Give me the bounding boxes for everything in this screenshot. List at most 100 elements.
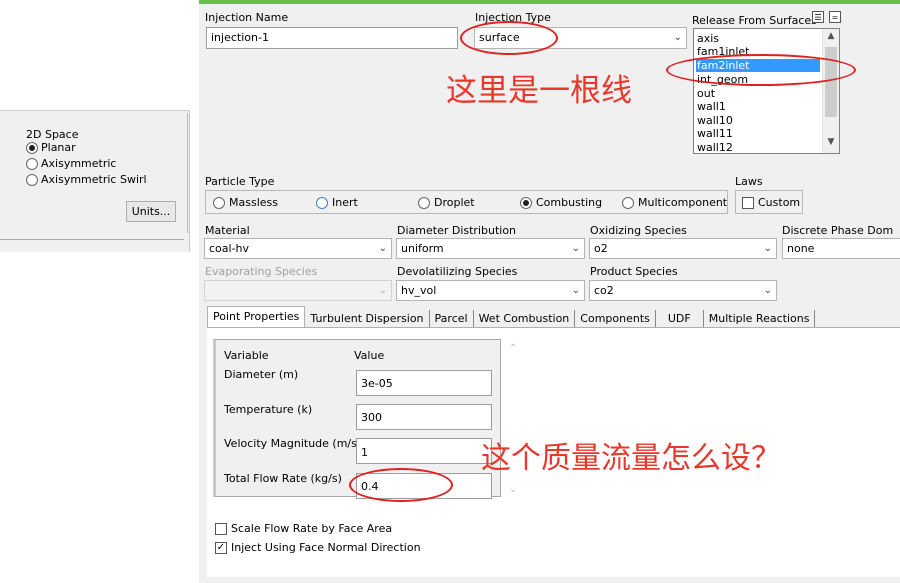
space-group: 2D Space Planar Axisymmetric Axisymmetri…	[0, 113, 188, 233]
left-panel: 2D Space Planar Axisymmetric Axisymmetri…	[0, 110, 190, 252]
checkbox-label: Custom	[758, 196, 801, 209]
material-select[interactable]: coal-hv ⌄	[204, 238, 392, 259]
list-scrollbar[interactable]: ▲ ▼	[822, 29, 839, 153]
tab-turbulent-dispersion[interactable]: Turbulent Dispersion	[305, 310, 430, 328]
radio-icon[interactable]	[213, 196, 225, 209]
list-item[interactable]: wall1	[697, 100, 726, 113]
evaporating-species-label: Evaporating Species	[205, 265, 318, 278]
diameter-input[interactable]: 3e-05	[356, 370, 492, 396]
units-button[interactable]: Units...	[126, 201, 176, 222]
radio-axisymmetric-swirl[interactable]: Axisymmetric Swirl	[26, 173, 147, 186]
check-icon[interactable]: ✓	[215, 541, 227, 554]
annotation-ellipse-type	[460, 21, 558, 55]
inject-normal-checkbox[interactable]: ✓ Inject Using Face Normal Direction	[215, 541, 421, 554]
annotation-ellipse-surface	[666, 54, 856, 86]
chevron-down-icon[interactable]: ▼	[823, 137, 839, 151]
oxidizing-species-label: Oxidizing Species	[590, 224, 687, 237]
radio-label: Multicomponent	[638, 196, 728, 209]
chevron-down-icon[interactable]: ⌄	[509, 484, 517, 495]
annotation-ellipse-flow	[349, 468, 453, 502]
velocity-magnitude-label: Velocity Magnitude (m/s)	[224, 437, 362, 450]
radio-label: Droplet	[434, 196, 475, 209]
product-species-value: co2	[594, 284, 614, 297]
point-properties-box: Variable Value Diameter (m) 3e-05 Temper…	[213, 339, 501, 499]
list-item[interactable]: out	[697, 87, 715, 100]
checkbox-icon[interactable]	[742, 196, 754, 209]
radio-label: Axisymmetric	[41, 157, 117, 170]
scale-flow-rate-checkbox[interactable]: Scale Flow Rate by Face Area	[215, 522, 392, 535]
chevron-up-icon[interactable]: ▲	[823, 31, 839, 45]
annotation-line-note: 这里是一根线	[446, 73, 632, 109]
particle-type-label: Particle Type	[205, 175, 275, 188]
oxidizing-species-value: o2	[594, 242, 608, 255]
radio-icon[interactable]	[520, 196, 532, 209]
diameter-distribution-value: uniform	[401, 242, 444, 255]
checkbox-label: Scale Flow Rate by Face Area	[231, 522, 393, 535]
radio-massless[interactable]: Massless	[213, 196, 278, 209]
product-species-label: Product Species	[590, 265, 678, 278]
checkbox-label: Inject Using Face Normal Direction	[231, 541, 421, 554]
radio-combusting[interactable]: Combusting	[520, 196, 602, 209]
radio-label: Inert	[332, 196, 358, 209]
radio-label: Massless	[229, 196, 278, 209]
chevron-down-icon: ⌄	[571, 285, 580, 296]
properties-tabs: Point Properties Turbulent Dispersion Pa…	[207, 306, 816, 328]
velocity-magnitude-input[interactable]: 1	[356, 438, 492, 464]
temperature-input[interactable]: 300	[356, 404, 492, 430]
checkbox-icon[interactable]	[215, 522, 227, 535]
value-header: Value	[354, 349, 385, 362]
list-item[interactable]: axis	[697, 32, 719, 45]
chevron-up-icon[interactable]: ⌃	[509, 343, 517, 354]
variable-header: Variable	[224, 349, 269, 362]
radio-inert[interactable]: Inert	[316, 196, 358, 209]
radio-icon[interactable]	[316, 196, 328, 209]
release-surfaces-list[interactable]: axis fam1inlet fam2inlet int_geom out wa…	[693, 28, 840, 154]
radio-planar[interactable]: Planar	[26, 141, 76, 154]
discrete-phase-domain-label: Discrete Phase Dom	[782, 224, 894, 237]
list-item[interactable]: wall11	[697, 127, 733, 140]
tab-wet-combustion[interactable]: Wet Combustion	[474, 310, 576, 328]
list-item[interactable]: wall10	[697, 114, 733, 127]
list-item[interactable]: wall12	[697, 141, 733, 153]
radio-label: Axisymmetric Swirl	[41, 173, 147, 186]
radio-label: Planar	[41, 141, 76, 154]
tab-udf[interactable]: UDF	[656, 310, 704, 328]
oxidizing-species-select[interactable]: o2 ⌄	[589, 238, 777, 259]
material-label: Material	[205, 224, 250, 237]
diameter-label: Diameter (m)	[224, 368, 299, 381]
chevron-down-icon: ⌄	[378, 243, 387, 254]
custom-laws-checkbox[interactable]: Custom	[742, 196, 800, 209]
tab-multiple-reactions[interactable]: Multiple Reactions	[704, 310, 816, 328]
chevron-down-icon: ⌄	[571, 243, 580, 254]
select-all-icon[interactable]: ☰	[812, 11, 824, 23]
radio-axisymmetric[interactable]: Axisymmetric	[26, 157, 116, 170]
tab-components[interactable]: Components	[575, 310, 656, 328]
injection-name-input[interactable]: injection-1	[206, 27, 458, 49]
radio-icon[interactable]	[26, 141, 38, 154]
material-value: coal-hv	[209, 242, 250, 255]
chevron-down-icon: ⌄	[763, 243, 772, 254]
evaporating-species-select[interactable]: ⌄	[204, 280, 392, 301]
product-species-select[interactable]: co2 ⌄	[589, 280, 777, 301]
tab-point-properties[interactable]: Point Properties	[207, 306, 306, 328]
title-bar-edge	[199, 0, 900, 4]
discrete-phase-domain-select[interactable]: none	[782, 238, 900, 259]
radio-label: Combusting	[536, 196, 603, 209]
release-surfaces-label: Release From Surfaces	[692, 14, 817, 27]
divider	[0, 239, 184, 240]
radio-icon[interactable]	[26, 157, 38, 170]
devolatilizing-species-value: hv_vol	[401, 284, 437, 297]
discrete-phase-domain-value: none	[787, 242, 815, 255]
radio-icon[interactable]	[622, 196, 634, 209]
radio-icon[interactable]	[418, 196, 430, 209]
devolatilizing-species-label: Devolatilizing Species	[397, 265, 518, 278]
diameter-distribution-select[interactable]: uniform ⌄	[396, 238, 585, 259]
radio-droplet[interactable]: Droplet	[418, 196, 475, 209]
chevron-down-icon: ⌄	[763, 285, 772, 296]
deselect-all-icon[interactable]: =	[829, 11, 841, 23]
temperature-label: Temperature (k)	[224, 403, 313, 416]
devolatilizing-species-select[interactable]: hv_vol ⌄	[396, 280, 585, 301]
radio-icon[interactable]	[26, 173, 38, 186]
radio-multicomponent[interactable]: Multicomponent	[622, 196, 727, 209]
tab-parcel[interactable]: Parcel	[430, 310, 474, 328]
